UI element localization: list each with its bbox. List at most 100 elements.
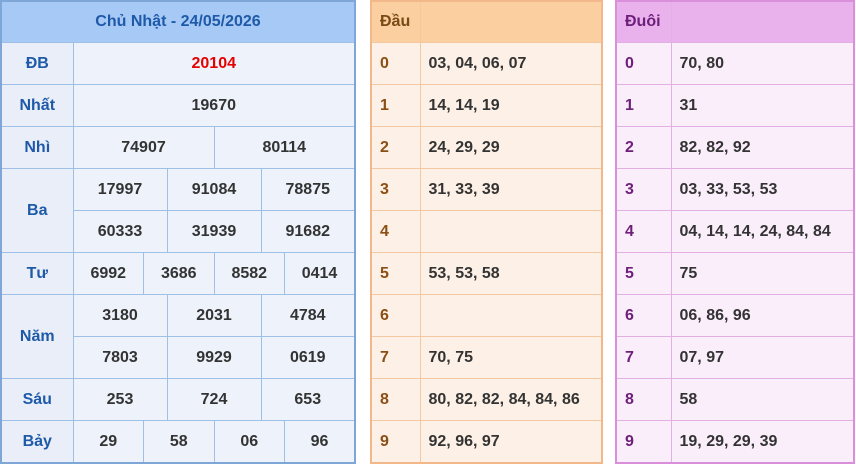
tail-values: 04, 14, 14, 24, 84, 84 bbox=[670, 210, 855, 253]
prize-number: 80114 bbox=[213, 126, 356, 169]
head-values: 24, 29, 29 bbox=[419, 126, 603, 169]
tail-values: 58 bbox=[670, 378, 855, 421]
tail-digit: 0 bbox=[615, 42, 672, 85]
head-row: 9 92, 96, 97 bbox=[370, 420, 603, 464]
head-values: 70, 75 bbox=[419, 336, 603, 379]
tail-header-label: Đuôi bbox=[615, 0, 672, 43]
prize-label-nhat: Nhất bbox=[0, 84, 74, 127]
prize-row-db: ĐB 20104 bbox=[0, 42, 356, 85]
prize-row-nhat: Nhất 19670 bbox=[0, 84, 356, 127]
tail-header-row: Đuôi bbox=[615, 0, 855, 43]
head-values: 14, 14, 19 bbox=[419, 84, 603, 127]
head-row: 7 70, 75 bbox=[370, 336, 603, 379]
head-values: 31, 33, 39 bbox=[419, 168, 603, 211]
prize-number: 29 bbox=[72, 420, 144, 464]
prize-number: 60333 bbox=[72, 210, 168, 253]
prize-number: 253 bbox=[72, 378, 168, 421]
results-header-row: Chủ Nhật - 24/05/2026 bbox=[0, 0, 356, 43]
prize-number: 31939 bbox=[166, 210, 262, 253]
tail-values: 03, 33, 53, 53 bbox=[670, 168, 855, 211]
prize-number: 8582 bbox=[213, 252, 285, 295]
prize-number: 4784 bbox=[260, 294, 356, 337]
head-values bbox=[419, 294, 603, 337]
tail-values: 75 bbox=[670, 252, 855, 295]
head-values bbox=[419, 210, 603, 253]
head-values: 80, 82, 82, 84, 84, 86 bbox=[419, 378, 603, 421]
head-row: 4 bbox=[370, 210, 603, 253]
head-digit: 5 bbox=[370, 252, 421, 295]
tail-row: 3 03, 33, 53, 53 bbox=[615, 168, 855, 211]
tail-values: 07, 97 bbox=[670, 336, 855, 379]
tail-digit: 7 bbox=[615, 336, 672, 379]
head-row: 5 53, 53, 58 bbox=[370, 252, 603, 295]
tail-row: 5 75 bbox=[615, 252, 855, 295]
prize-number: 17997 bbox=[72, 168, 168, 211]
prize-number: 96 bbox=[284, 420, 356, 464]
tail-digit: 1 bbox=[615, 84, 672, 127]
head-header-row: Đầu bbox=[370, 0, 603, 43]
prize-label-sau: Sáu bbox=[0, 378, 74, 421]
head-row: 8 80, 82, 82, 84, 84, 86 bbox=[370, 378, 603, 421]
prize-label-nam: Năm bbox=[0, 294, 74, 379]
tail-row: 0 70, 80 bbox=[615, 42, 855, 85]
head-values: 53, 53, 58 bbox=[419, 252, 603, 295]
head-digit: 8 bbox=[370, 378, 421, 421]
prize-number: 0619 bbox=[260, 336, 356, 379]
tail-values: 31 bbox=[670, 84, 855, 127]
head-row: 0 03, 04, 06, 07 bbox=[370, 42, 603, 85]
prize-row-sau: Sáu 253 724 653 bbox=[0, 378, 356, 421]
prize-number: 6992 bbox=[72, 252, 144, 295]
prize-row-ba: Ba 17997 91084 78875 bbox=[0, 168, 356, 253]
tail-values: 06, 86, 96 bbox=[670, 294, 855, 337]
prize-label-bay: Bảy bbox=[0, 420, 74, 464]
tail-digit: 8 bbox=[615, 378, 672, 421]
results-date-title: Chủ Nhật - 24/05/2026 bbox=[0, 0, 356, 43]
tail-digit: 9 bbox=[615, 420, 672, 464]
tail-row: 8 58 bbox=[615, 378, 855, 421]
prize-number: 3686 bbox=[143, 252, 215, 295]
head-row: 1 14, 14, 19 bbox=[370, 84, 603, 127]
prize-label-db: ĐB bbox=[0, 42, 74, 85]
prize-number: 06 bbox=[213, 420, 285, 464]
head-digit: 9 bbox=[370, 420, 421, 464]
head-digit: 4 bbox=[370, 210, 421, 253]
prize-number: 78875 bbox=[260, 168, 356, 211]
prize-row-nhi: Nhì 74907 80114 bbox=[0, 126, 356, 169]
head-values: 92, 96, 97 bbox=[419, 420, 603, 464]
tail-digits-table: Đuôi 0 70, 80 1 31 2 82, 82, 92 3 03, 33, 53… bbox=[615, 0, 855, 464]
head-row: 6 bbox=[370, 294, 603, 337]
tail-values: 82, 82, 92 bbox=[670, 126, 855, 169]
tail-digit: 3 bbox=[615, 168, 672, 211]
special-prize-number: 20104 bbox=[72, 42, 356, 85]
prize-row-nam: Năm 3180 2031 4784 bbox=[0, 294, 356, 379]
prize-label-ba: Ba bbox=[0, 168, 74, 253]
prize-row-bay: Bảy 29 58 06 96 bbox=[0, 420, 356, 464]
tail-row: 6 06, 86, 96 bbox=[615, 294, 855, 337]
head-values: 03, 04, 06, 07 bbox=[419, 42, 603, 85]
prize-label-nhi: Nhì bbox=[0, 126, 74, 169]
prize-number: 2031 bbox=[166, 294, 262, 337]
head-digit: 7 bbox=[370, 336, 421, 379]
tail-header-empty bbox=[670, 0, 855, 43]
tail-row: 4 04, 14, 14, 24, 84, 84 bbox=[615, 210, 855, 253]
prize-number: 91084 bbox=[166, 168, 262, 211]
tail-row: 7 07, 97 bbox=[615, 336, 855, 379]
tail-values: 70, 80 bbox=[670, 42, 855, 85]
head-digit: 6 bbox=[370, 294, 421, 337]
tail-row: 9 19, 29, 29, 39 bbox=[615, 420, 855, 464]
tail-row: 1 31 bbox=[615, 84, 855, 127]
tail-digit: 4 bbox=[615, 210, 672, 253]
prize-label-tu: Tư bbox=[0, 252, 74, 295]
prize-number: 3180 bbox=[72, 294, 168, 337]
head-header-empty bbox=[419, 0, 603, 43]
head-digits-table: Đầu 0 03, 04, 06, 07 1 14, 14, 19 2 24, 29,… bbox=[370, 0, 603, 464]
tail-digit: 6 bbox=[615, 294, 672, 337]
tail-digit: 5 bbox=[615, 252, 672, 295]
head-row: 3 31, 33, 39 bbox=[370, 168, 603, 211]
prize-number: 58 bbox=[143, 420, 215, 464]
prize-number: 91682 bbox=[260, 210, 356, 253]
prize-number: 653 bbox=[260, 378, 356, 421]
prize-number: 0414 bbox=[284, 252, 356, 295]
head-header-label: Đầu bbox=[370, 0, 421, 43]
tail-digit: 2 bbox=[615, 126, 672, 169]
